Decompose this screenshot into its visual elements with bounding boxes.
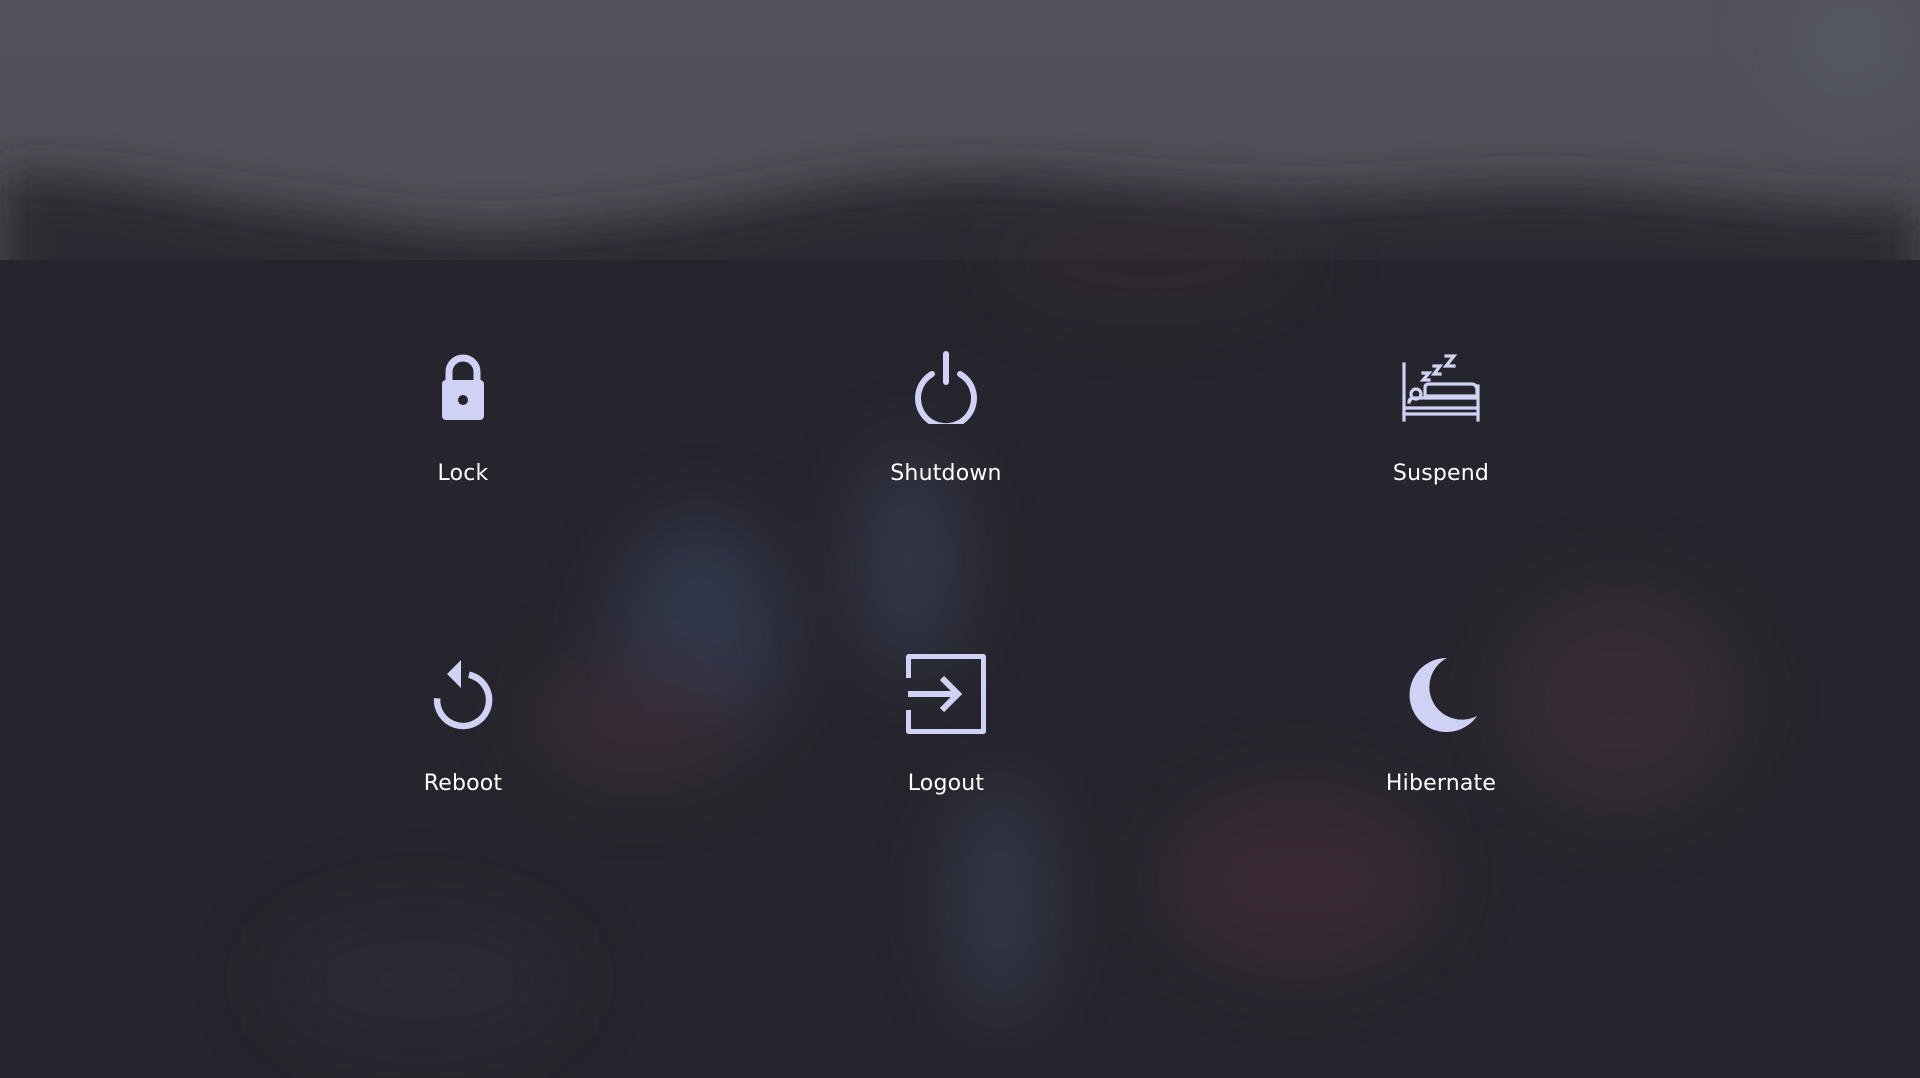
- power-icon: [906, 344, 986, 424]
- logout-option[interactable]: Logout: [796, 654, 1096, 854]
- reboot-option[interactable]: Reboot: [313, 654, 613, 854]
- logout-label: Logout: [907, 771, 985, 796]
- shutdown-label: Shutdown: [890, 461, 1002, 486]
- restart-icon: [423, 654, 503, 734]
- power-menu-screen: Lock Shutdown Suspend Reboot Logout Hibe…: [0, 0, 1920, 1078]
- hibernate-option[interactable]: Hibernate: [1291, 654, 1591, 854]
- lock-label: Lock: [437, 461, 489, 486]
- shutdown-option[interactable]: Shutdown: [796, 344, 1096, 544]
- exit-icon: [906, 654, 986, 734]
- reboot-label: Reboot: [423, 771, 503, 796]
- suspend-label: Suspend: [1392, 461, 1490, 486]
- moon-icon: [1401, 654, 1481, 734]
- bed-sleep-icon: [1401, 344, 1481, 424]
- lock-icon: [423, 344, 503, 424]
- lock-option[interactable]: Lock: [313, 344, 613, 544]
- power-options-grid: Lock Shutdown Suspend Reboot Logout Hibe…: [0, 0, 1920, 1078]
- suspend-option[interactable]: Suspend: [1291, 344, 1591, 544]
- hibernate-label: Hibernate: [1385, 771, 1497, 796]
